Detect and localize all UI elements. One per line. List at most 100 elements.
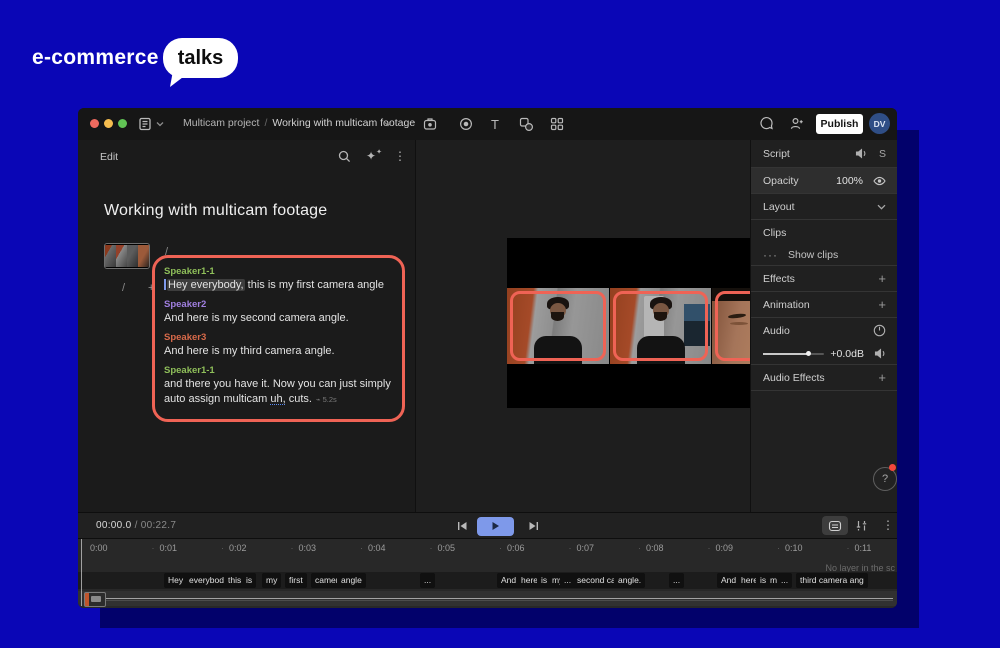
publish-button[interactable]: Publish: [816, 114, 863, 134]
brand-bubble-word: talks: [178, 47, 224, 70]
inspector-row-audio[interactable]: Audio: [751, 318, 897, 343]
inspector-section-clips: Clips: [751, 220, 897, 245]
speaker-label[interactable]: Speaker1-1: [164, 266, 400, 278]
tracks-icon[interactable]: [855, 519, 868, 532]
audio-automation-icon[interactable]: [873, 324, 886, 337]
script-shortcut: S: [879, 148, 886, 160]
ruler-tick: 0:09: [716, 543, 734, 553]
text-cursor: [164, 279, 166, 290]
camera-1-view[interactable]: [507, 288, 609, 364]
transport-bar: 00:00.0 / 00:22.7 ⋮: [78, 512, 897, 539]
add-audio-effect-icon[interactable]: +: [878, 373, 886, 383]
inspector-row-audio-gain[interactable]: +0.0dB: [751, 343, 897, 364]
kebab-menu-icon[interactable]: ⋮: [394, 149, 406, 163]
playhead[interactable]: [81, 539, 82, 606]
ruler-tick: 0:08: [646, 543, 664, 553]
opacity-value[interactable]: 100%: [836, 175, 863, 187]
eye-icon[interactable]: [873, 176, 886, 186]
tab-edit[interactable]: Edit: [100, 151, 118, 163]
breadcrumb-doc-title[interactable]: Working with multicam footage: [272, 117, 415, 129]
skip-to-start-icon[interactable]: [456, 520, 468, 532]
script-block: Speaker3 And here is my third camera ang…: [164, 332, 400, 359]
camera-2-view[interactable]: [610, 288, 712, 364]
word-chip[interactable]: is: [242, 573, 256, 588]
project-script-icon[interactable]: [138, 117, 152, 131]
word-track[interactable]: Heyeverybodythisismyfirstcamerangle...An…: [78, 572, 897, 589]
add-animation-icon[interactable]: +: [878, 300, 886, 310]
script-panel: Edit ✦✦ ⋮ Working with multicam footage …: [78, 140, 416, 512]
script-line[interactable]: And here is my third camera angle.: [164, 344, 400, 359]
timeline-ruler[interactable]: 0:000:010:020:030:040:050:060:070:080:09…: [78, 539, 897, 561]
inspector-row-effects[interactable]: Effects +: [751, 266, 897, 291]
transport-kebab-icon[interactable]: ⋮: [882, 518, 894, 532]
text-tool-icon[interactable]: T: [491, 117, 499, 132]
breadcrumb[interactable]: Multicam project/Working with multicam f…: [183, 117, 415, 129]
record-icon[interactable]: [459, 117, 473, 131]
ruler-tick: 0:10: [785, 543, 803, 553]
doc-title[interactable]: Working with multicam footage: [104, 202, 327, 220]
word-chip[interactable]: third camera ang: [796, 573, 868, 588]
speaker-label[interactable]: Speaker3: [164, 332, 400, 344]
close-window-button[interactable]: [90, 119, 99, 128]
chevron-down-icon[interactable]: [156, 121, 164, 127]
layout-chevron-down-icon[interactable]: [877, 204, 886, 210]
word-chip[interactable]: ...: [420, 573, 435, 588]
play-button[interactable]: [477, 517, 514, 536]
gain-volume-icon[interactable]: [874, 348, 886, 359]
brand-name: e-commerce: [32, 46, 159, 70]
timeline-view-toggle[interactable]: [822, 516, 848, 535]
add-media-icon[interactable]: [423, 117, 437, 131]
inspector-row-opacity[interactable]: Opacity 100%: [751, 168, 897, 193]
word-chip[interactable]: ...: [777, 573, 792, 588]
script-volume-icon[interactable]: [855, 148, 867, 159]
scene-thumbnail[interactable]: [104, 243, 150, 269]
add-effect-icon[interactable]: +: [878, 274, 886, 284]
speaker-label[interactable]: Speaker2: [164, 299, 400, 311]
inspector-row-layout[interactable]: Layout: [751, 194, 897, 219]
word-chip[interactable]: angle.: [614, 573, 645, 588]
search-icon[interactable]: [338, 150, 351, 163]
gain-value[interactable]: +0.0dB: [830, 348, 864, 360]
word-chip[interactable]: first: [285, 573, 307, 588]
zoom-window-button[interactable]: [118, 119, 127, 128]
doc-chevron-down-icon[interactable]: [384, 121, 392, 127]
filler-word[interactable]: uh,: [270, 393, 285, 405]
script-block: Speaker2 And here is my second camera an…: [164, 299, 400, 326]
timecode: 00:00.0 / 00:22.7: [96, 520, 176, 531]
minimize-window-button[interactable]: [104, 119, 113, 128]
titlebar: Multicam project/Working with multicam f…: [78, 108, 897, 141]
invite-person-icon[interactable]: [789, 116, 805, 131]
shapes-icon[interactable]: [519, 117, 533, 131]
avatar[interactable]: DV: [869, 113, 890, 134]
ai-sparkle-icon[interactable]: ✦✦: [366, 148, 382, 163]
inspector-row-show-clips[interactable]: ··· Show clips: [751, 244, 897, 265]
inspector-row-audio-effects[interactable]: Audio Effects +: [751, 365, 897, 390]
paragraph-marker: /: [122, 282, 125, 294]
script-block: Speaker1-1 Hey everybody, this is my fir…: [164, 266, 400, 293]
script-line[interactable]: and there you have it. Now you can just …: [164, 377, 400, 392]
clip-thumbnail[interactable]: [84, 592, 106, 607]
breadcrumb-project[interactable]: Multicam project: [183, 117, 259, 129]
word-chip[interactable]: ...: [669, 573, 684, 588]
word-chip[interactable]: Hey: [164, 573, 187, 588]
inspector-row-animation[interactable]: Animation +: [751, 292, 897, 317]
script-line[interactable]: Hey everybody, this is my first camera a…: [164, 278, 400, 293]
speaker-label[interactable]: Speaker1-1: [164, 365, 400, 377]
gap-marker-icon: ⌁: [316, 395, 321, 404]
comments-icon[interactable]: [759, 116, 774, 131]
word-chip[interactable]: angle: [337, 573, 366, 588]
media-track[interactable]: [78, 591, 897, 606]
selected-text[interactable]: Hey everybody,: [167, 279, 245, 291]
script-line[interactable]: And here is my second camera angle.: [164, 311, 400, 326]
templates-grid-icon[interactable]: [550, 117, 564, 131]
camera-2-outline: [613, 291, 709, 361]
skip-to-end-icon[interactable]: [528, 520, 540, 532]
word-chip[interactable]: my: [262, 573, 281, 588]
gap-duration[interactable]: ⌁ 5.2s: [316, 395, 337, 404]
script-line[interactable]: auto assign multicam uh, cuts.⌁ 5.2s: [164, 392, 400, 407]
inspector-row-script[interactable]: Script S: [751, 140, 897, 167]
timeline[interactable]: 0:000:010:020:030:040:050:060:070:080:09…: [78, 538, 897, 608]
word-chip[interactable]: second ca: [573, 573, 620, 588]
clips-ellipsis-icon[interactable]: ···: [763, 248, 778, 262]
gain-slider[interactable]: [763, 353, 824, 355]
